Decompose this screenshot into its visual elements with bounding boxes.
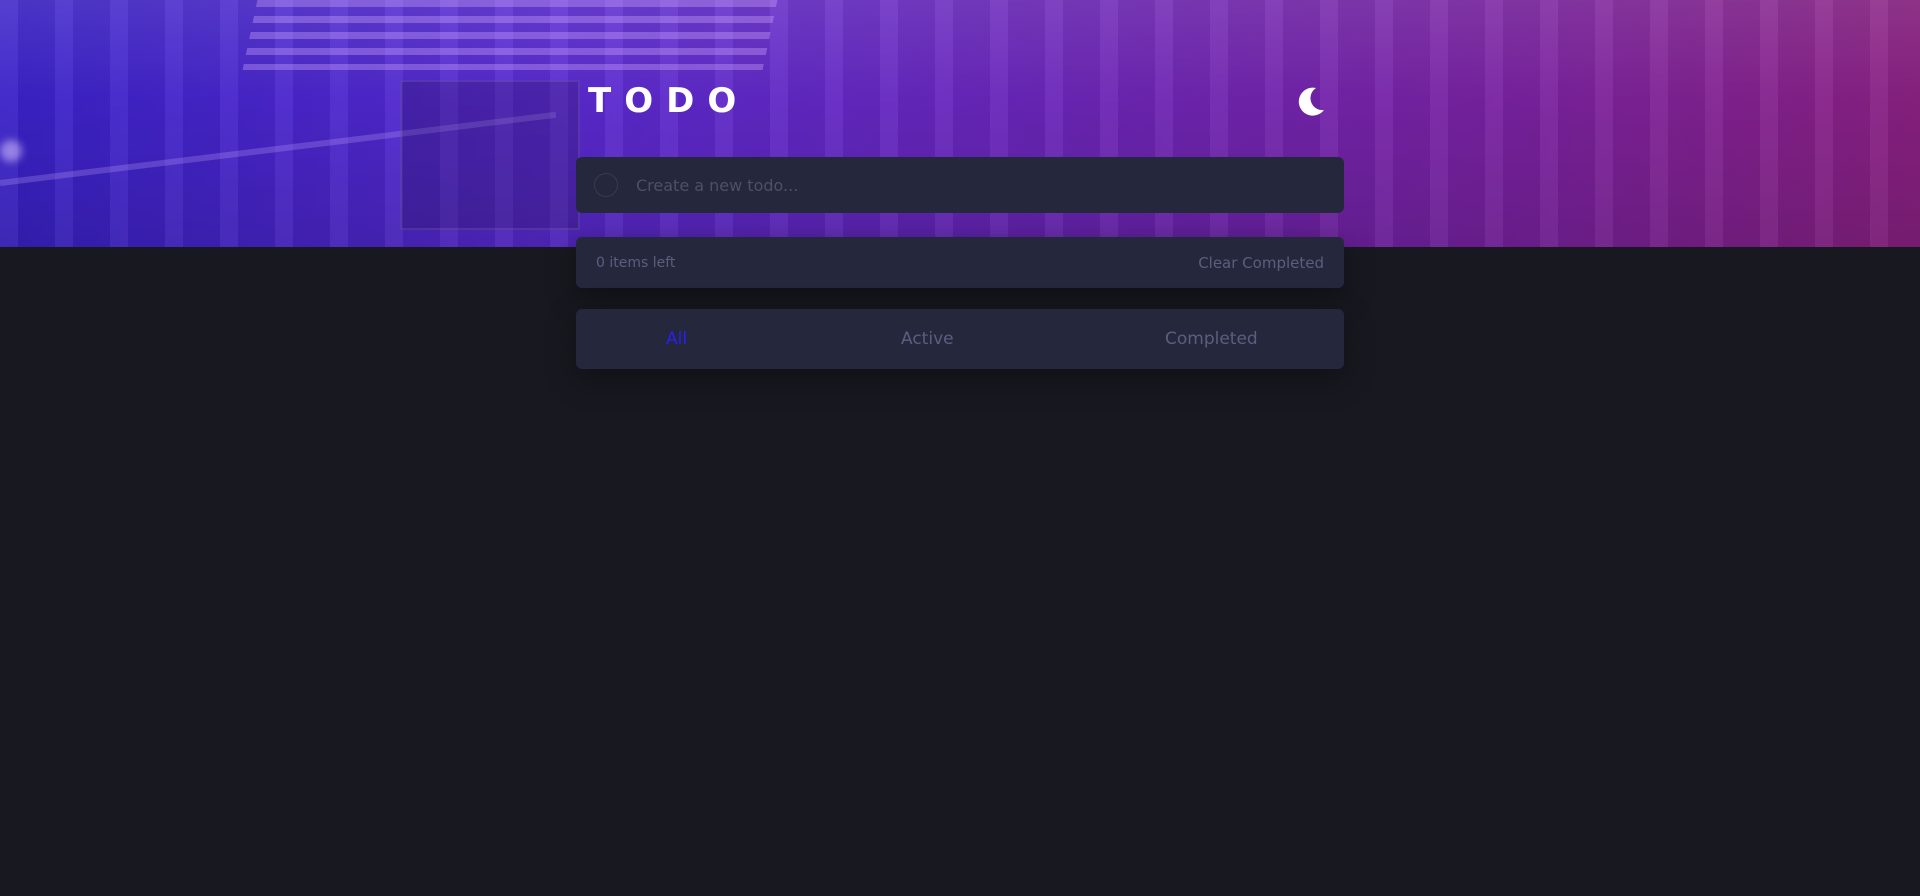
filter-completed-tab[interactable]: Completed bbox=[1165, 309, 1258, 369]
todo-check-circle[interactable] bbox=[594, 173, 618, 197]
filter-active-tab[interactable]: Active bbox=[901, 309, 954, 369]
new-todo-input[interactable] bbox=[636, 157, 1344, 213]
filter-all-tab[interactable]: All bbox=[666, 309, 687, 369]
hero-ceiling-beams bbox=[242, 0, 778, 70]
new-todo-field bbox=[576, 157, 1344, 213]
moon-icon bbox=[1298, 87, 1324, 116]
app-header: TODO bbox=[576, 80, 1344, 122]
clear-completed-button[interactable]: Clear Completed bbox=[1198, 254, 1324, 272]
app-title: TODO bbox=[588, 81, 750, 121]
hero-doorway bbox=[400, 80, 580, 230]
items-left-count: 0 items left bbox=[596, 254, 676, 271]
filter-bar: All Active Completed bbox=[576, 309, 1344, 369]
theme-toggle-button[interactable] bbox=[1294, 84, 1328, 118]
hero-light bbox=[0, 140, 22, 162]
todo-summary-bar: 0 items left Clear Completed bbox=[576, 237, 1344, 288]
